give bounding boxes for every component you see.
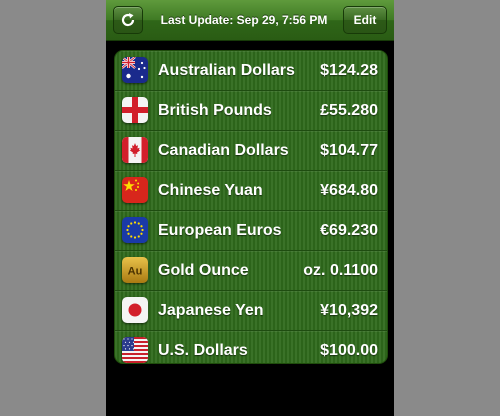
currency-name: U.S. Dollars <box>158 341 248 359</box>
currency-row-british-pounds[interactable]: British Pounds £55.280 <box>115 91 387 131</box>
gold-icon: Au <box>122 257 148 283</box>
currency-amount: €69.230 <box>320 221 378 239</box>
app-screen: Last Update: Sep 29, 7:56 PM Edit Austra… <box>106 0 394 416</box>
refresh-button[interactable] <box>113 6 143 34</box>
currency-name: European Euros <box>158 221 282 239</box>
china-flag-icon <box>122 177 148 203</box>
currency-amount: $124.28 <box>320 61 378 79</box>
gold-icon-label: Au <box>128 266 143 278</box>
currency-amount: $100.00 <box>320 341 378 359</box>
currency-row-australian-dollars[interactable]: Australian Dollars $124.28 <box>115 51 387 91</box>
currency-name: Canadian Dollars <box>158 141 289 159</box>
usa-flag-icon <box>122 337 148 363</box>
refresh-icon <box>121 13 135 27</box>
currency-name: Japanese Yen <box>158 301 264 319</box>
last-update-title: Last Update: Sep 29, 7:56 PM <box>160 13 328 27</box>
currency-amount: $104.77 <box>320 141 378 159</box>
currency-name: Gold Ounce <box>158 261 249 279</box>
australia-flag-icon <box>122 57 148 83</box>
england-flag-icon <box>122 97 148 123</box>
currency-name: British Pounds <box>158 101 272 119</box>
japan-flag-icon <box>122 297 148 323</box>
toolbar: Last Update: Sep 29, 7:56 PM Edit <box>106 0 394 41</box>
currency-name: Australian Dollars <box>158 61 295 79</box>
currency-amount: £55.280 <box>320 101 378 119</box>
currency-list: Australian Dollars $124.28 British Pound… <box>114 50 388 364</box>
edit-button[interactable]: Edit <box>343 6 387 34</box>
canada-flag-icon <box>122 137 148 163</box>
currency-row-us-dollars[interactable]: U.S. Dollars $100.00 <box>115 331 387 363</box>
currency-row-gold-ounce[interactable]: Au Gold Ounce oz. 0.1100 <box>115 251 387 291</box>
currency-row-european-euros[interactable]: European Euros €69.230 <box>115 211 387 251</box>
currency-amount: ¥10,392 <box>320 301 378 319</box>
currency-row-japanese-yen[interactable]: Japanese Yen ¥10,392 <box>115 291 387 331</box>
currency-amount: oz. 0.1100 <box>303 261 378 279</box>
eu-flag-icon <box>122 217 148 243</box>
currency-row-canadian-dollars[interactable]: Canadian Dollars $104.77 <box>115 131 387 171</box>
currency-amount: ¥684.80 <box>320 181 378 199</box>
currency-row-chinese-yuan[interactable]: Chinese Yuan ¥684.80 <box>115 171 387 211</box>
currency-name: Chinese Yuan <box>158 181 263 199</box>
